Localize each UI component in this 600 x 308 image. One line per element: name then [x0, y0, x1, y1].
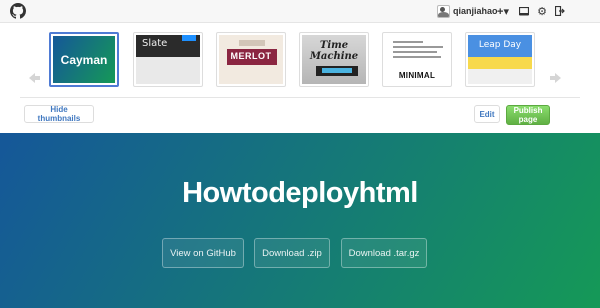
theme-slate[interactable]: Slate: [133, 32, 203, 87]
notifications-icon[interactable]: [518, 4, 530, 18]
theme-slate-preview: Slate: [136, 35, 200, 84]
theme-leap-day-preview: Leap Day: [468, 35, 532, 84]
sign-out-icon[interactable]: [554, 4, 566, 18]
theme-cayman-preview: Cayman: [53, 36, 115, 83]
edit-button[interactable]: Edit: [474, 105, 500, 123]
settings-icon[interactable]: ⚙: [536, 4, 548, 18]
create-new-icon[interactable]: +▾: [495, 4, 511, 18]
view-on-github-button[interactable]: View on GitHub: [162, 238, 244, 268]
divider: [20, 97, 580, 98]
publish-page-button[interactable]: Publish page: [506, 105, 550, 125]
theme-minimal-label: MINIMAL: [398, 71, 436, 80]
theme-chooser: Cayman Slate MERLOT Time Machine MINIMAL…: [0, 23, 600, 133]
download-targz-button[interactable]: Download .tar.gz: [341, 238, 427, 268]
project-title: Howtodeployhtml: [182, 177, 418, 209]
avatar: [437, 4, 450, 18]
theme-merlot[interactable]: MERLOT: [216, 32, 286, 87]
theme-leap-day-label: Leap Day: [478, 40, 522, 50]
username: qianjiahao: [453, 6, 498, 16]
theme-leap-day[interactable]: Leap Day: [465, 32, 535, 87]
theme-time-machine[interactable]: Time Machine: [299, 32, 369, 87]
theme-minimal[interactable]: MINIMAL: [382, 32, 452, 87]
theme-cayman-label: Cayman: [60, 52, 108, 67]
user-menu[interactable]: qianjiahao: [437, 4, 498, 18]
page-preview-hero: Howtodeployhtml View on GitHub Download …: [0, 133, 600, 308]
download-zip-button[interactable]: Download .zip: [254, 238, 330, 268]
theme-slate-label: Slate: [142, 38, 168, 49]
hide-thumbnails-button[interactable]: Hide thumbnails: [24, 105, 94, 123]
top-bar: qianjiahao +▾ ⚙: [0, 0, 600, 23]
chevron-right-icon[interactable]: [549, 71, 563, 85]
theme-time-machine-preview: Time Machine: [302, 35, 366, 84]
theme-merlot-label: MERLOT: [230, 51, 272, 61]
github-octocat-icon[interactable]: [10, 3, 26, 19]
theme-time-machine-label: Time Machine: [309, 40, 359, 62]
theme-cayman[interactable]: Cayman: [49, 32, 119, 87]
theme-minimal-preview: MINIMAL: [385, 35, 449, 84]
chevron-left-icon[interactable]: [27, 71, 41, 85]
theme-merlot-preview: MERLOT: [219, 35, 283, 84]
